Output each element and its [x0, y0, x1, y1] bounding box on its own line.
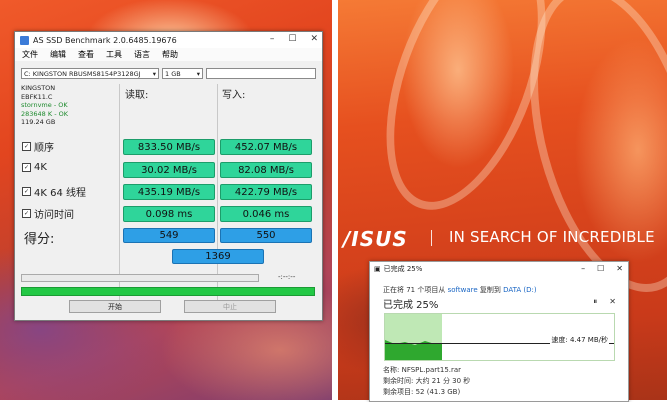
- menu-edit[interactable]: 编辑: [50, 49, 66, 60]
- score-read: 549: [123, 228, 215, 243]
- 4k64-read-value: 435.19 MB/s: [123, 184, 215, 200]
- benchmark-window: AS SSD Benchmark 2.0.6485.19676 – ☐ ✕ 文件…: [14, 31, 323, 321]
- drive-model: KINGSTON: [21, 84, 56, 92]
- toolbar: C: KINGSTON RBUSMS8154P3128GJ ▾ 1 GB ▾: [21, 68, 316, 79]
- 4k64-write-value: 422.79 MB/s: [220, 184, 312, 200]
- score-total: 1369: [172, 249, 264, 264]
- row-4k64-label: 4K 64 线程: [34, 188, 87, 199]
- size-select[interactable]: 1 GB ▾: [162, 68, 203, 79]
- chevron-down-icon: ▾: [196, 69, 200, 78]
- copy-time-remaining: 剩余时间: 大约 21 分 30 秒: [383, 377, 471, 385]
- menu-language[interactable]: 语言: [134, 49, 150, 60]
- score-write: 550: [220, 228, 312, 243]
- elapsed-time: -:--:--: [278, 273, 296, 281]
- write-header: 写入:: [222, 90, 246, 101]
- checkbox-seq[interactable]: ✓: [22, 142, 31, 151]
- seq-read-value: 833.50 MB/s: [123, 139, 215, 155]
- copy-icon: ▣: [374, 265, 381, 273]
- brand-separator: [431, 230, 432, 246]
- copy-source-link[interactable]: software: [448, 286, 478, 294]
- copy-speed: 速度: 4.47 MB/秒: [550, 335, 609, 345]
- menu-view[interactable]: 查看: [78, 49, 94, 60]
- 4k-read-value: 30.02 MB/s: [123, 162, 215, 178]
- copy-title: 已完成 25%: [383, 265, 423, 273]
- row-access-label: 访问时间: [34, 210, 74, 221]
- chevron-down-icon: ▾: [152, 69, 156, 78]
- drive-info: KINGSTON EBFK11.C stornvme - OK 283648 K…: [21, 84, 119, 127]
- driver-status: stornvme - OK: [21, 101, 68, 109]
- align-status: 283648 K - OK: [21, 109, 68, 118]
- checkbox-4k64[interactable]: ✓: [22, 187, 31, 196]
- access-write-value: 0.046 ms: [220, 206, 312, 222]
- menu-file[interactable]: 文件: [22, 49, 38, 60]
- read-header: 读取:: [125, 90, 149, 101]
- copy-path-prefix: 正在将 71 个项目从: [383, 286, 446, 294]
- close-icon[interactable]: ✕: [310, 34, 318, 44]
- row-4k-label: 4K: [34, 162, 47, 173]
- minimize-icon[interactable]: –: [581, 264, 585, 273]
- window-title: AS SSD Benchmark 2.0.6485.19676: [33, 35, 177, 45]
- menu-tools[interactable]: 工具: [106, 49, 122, 60]
- checkbox-4k[interactable]: ✓: [22, 163, 31, 172]
- drive-capacity: 119.24 GB: [21, 118, 56, 126]
- row-label-seq: ✓ 顺序: [22, 139, 54, 154]
- 4k-write-value: 82.08 MB/s: [220, 162, 312, 178]
- asus-logo: /ISUS: [343, 227, 408, 251]
- cancel-icon[interactable]: ✕: [609, 297, 616, 307]
- menu-bar: 文件 编辑 查看 工具 语言 帮助: [15, 48, 322, 61]
- score-label: 得分:: [24, 232, 55, 247]
- drive-select[interactable]: C: KINGSTON RBUSMS8154P3128GJ ▾: [21, 68, 159, 79]
- start-button[interactable]: 开始: [69, 300, 161, 313]
- copy-titlebar: ▣ 已完成 25% – ☐ ✕: [370, 262, 628, 276]
- row-seq-label: 顺序: [34, 143, 54, 154]
- copy-items-remaining: 剩余项目: 52 (41.3 GB): [383, 388, 461, 396]
- copy-path-line: 正在将 71 个项目从 software 复制到 DATA (D:): [383, 285, 537, 295]
- drive-select-value: C: KINGSTON RBUSMS8154P3128GJ: [24, 69, 141, 78]
- access-read-value: 0.098 ms: [123, 206, 215, 222]
- copy-filename: 名称: NFSPL.part15.rar: [383, 366, 462, 374]
- size-select-value: 1 GB: [165, 69, 181, 78]
- pause-icon[interactable]: ⏸: [593, 297, 597, 307]
- seq-write-value: 452.07 MB/s: [220, 139, 312, 155]
- brand-tagline: IN SEARCH OF INCREDIBLE: [449, 228, 655, 246]
- copy-percent: 已完成 25%: [383, 300, 439, 311]
- secondary-progress: [21, 274, 259, 282]
- abort-button[interactable]: 中止: [184, 300, 276, 313]
- row-label-access: ✓ 访问时间: [22, 206, 74, 221]
- maximize-icon[interactable]: ☐: [597, 264, 604, 273]
- drive-firmware: EBFK11.C: [21, 92, 53, 101]
- close-icon[interactable]: ✕: [616, 264, 623, 273]
- app-icon: [20, 35, 29, 45]
- blank-field[interactable]: [206, 68, 316, 79]
- row-label-4k: ✓ 4K: [22, 162, 47, 173]
- menu-help[interactable]: 帮助: [162, 49, 178, 60]
- grid-line: [217, 84, 218, 302]
- minimize-icon[interactable]: –: [270, 34, 275, 44]
- row-label-4k64: ✓ 4K 64 线程: [22, 184, 86, 199]
- maximize-icon[interactable]: ☐: [288, 34, 296, 44]
- checkbox-access[interactable]: ✓: [22, 209, 31, 218]
- grid-line: [119, 84, 120, 302]
- copy-dest-link[interactable]: DATA (D:): [503, 286, 536, 294]
- benchmark-titlebar: AS SSD Benchmark 2.0.6485.19676 – ☐ ✕: [15, 32, 322, 48]
- copy-speed-graph: 速度: 4.47 MB/秒: [384, 313, 615, 361]
- benchmark-progress-bar: [21, 287, 315, 296]
- copy-path-mid: 复制到: [479, 286, 501, 294]
- copy-dialog: ▣ 已完成 25% – ☐ ✕ 正在将 71 个项目从 software 复制到…: [369, 261, 629, 402]
